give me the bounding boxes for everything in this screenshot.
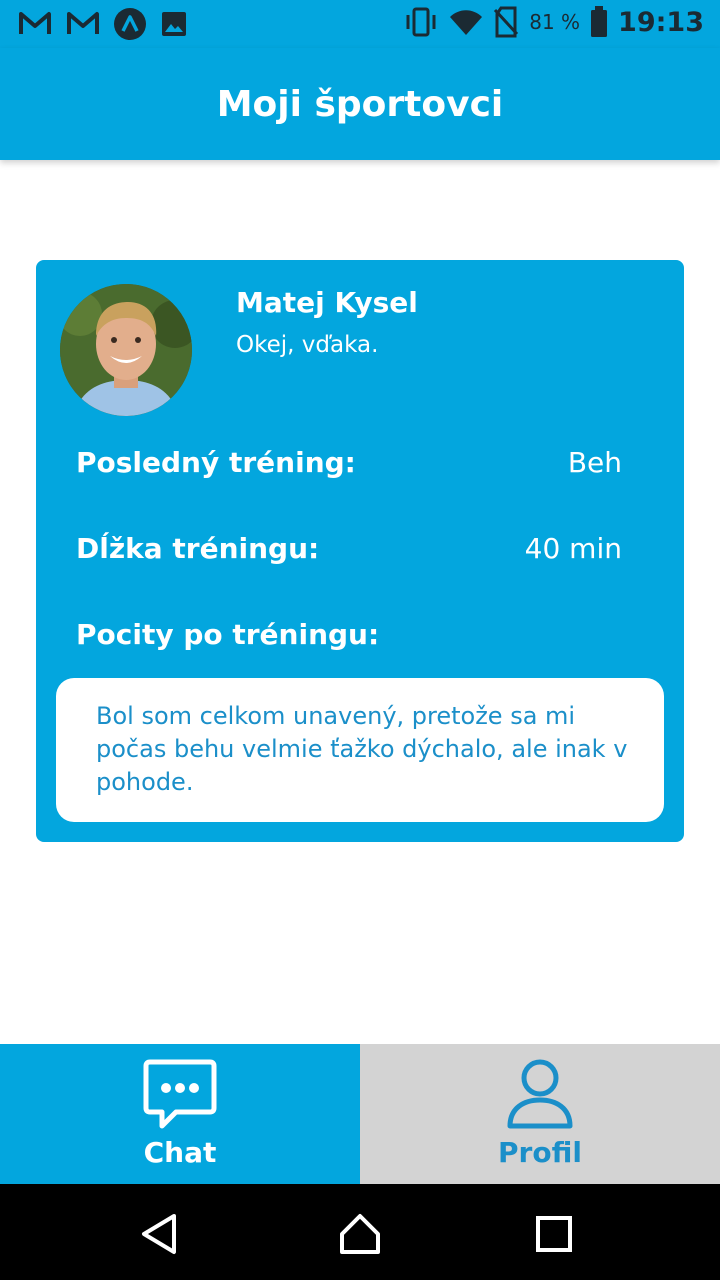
tab-profil-label: Profil	[498, 1136, 582, 1169]
avatar[interactable]	[60, 284, 192, 416]
wifi-icon	[450, 10, 483, 35]
home-icon[interactable]	[338, 1212, 382, 1256]
status-bar: 81 % 19:13	[0, 0, 720, 48]
bottom-nav: Chat Profil	[0, 1044, 720, 1184]
chat-bubble-icon	[143, 1059, 217, 1129]
clock: 19:13	[618, 6, 704, 38]
tab-chat[interactable]: Chat	[0, 1044, 360, 1184]
gmail-icon	[67, 12, 99, 34]
no-sim-icon	[494, 6, 519, 38]
tab-chat-label: Chat	[143, 1136, 217, 1169]
last-training-value: Beh	[567, 446, 622, 479]
back-icon[interactable]	[138, 1212, 182, 1256]
gmail-icon	[19, 12, 51, 34]
recents-icon[interactable]	[532, 1212, 576, 1256]
image-icon	[162, 12, 186, 36]
app-bar: Moji športovci	[0, 48, 720, 160]
tab-profil[interactable]: Profil	[360, 1044, 720, 1184]
system-nav-bar	[0, 1184, 720, 1280]
duration-value: 40 min	[524, 532, 622, 565]
page-title: Moji športovci	[216, 83, 504, 125]
battery-percent: 81 %	[529, 10, 581, 34]
arc-icon	[114, 8, 146, 40]
last-training-label: Posledný tréning:	[76, 446, 356, 479]
feelings-text: Bol som celkom unavený, pretože sa mi po…	[96, 702, 628, 796]
feelings-box: Bol som celkom unavený, pretože sa mi po…	[56, 678, 664, 822]
athlete-photo	[60, 284, 192, 416]
feelings-label: Pocity po tréningu:	[76, 618, 380, 651]
vibrate-icon	[406, 7, 436, 37]
duration-label: Dĺžka tréningu:	[76, 532, 320, 565]
athlete-card[interactable]: Matej Kysel Okej, vďaka. Posledný trénin…	[36, 260, 684, 842]
athlete-name: Matej Kysel	[236, 286, 418, 319]
person-icon	[507, 1059, 573, 1129]
battery-icon	[591, 6, 608, 37]
last-message: Okej, vďaka.	[236, 332, 379, 358]
